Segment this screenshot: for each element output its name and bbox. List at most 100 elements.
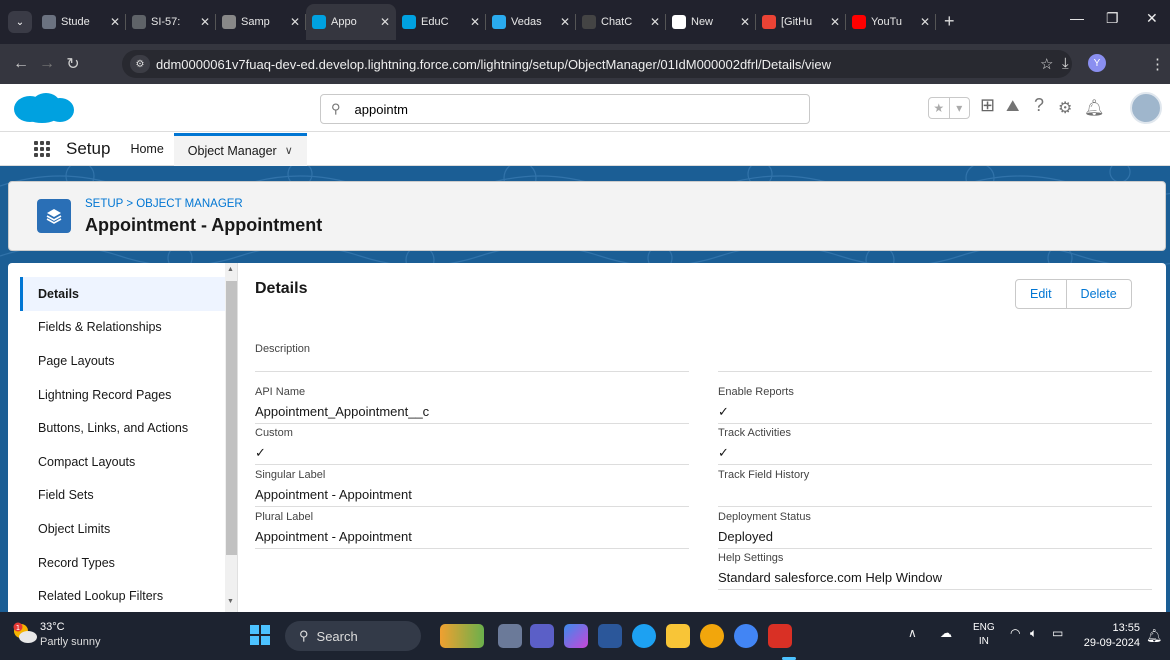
user-avatar[interactable] (1130, 92, 1162, 124)
minimize-icon[interactable]: — (1070, 10, 1084, 26)
app-launcher-icon[interactable] (34, 141, 50, 157)
global-actions-plus-icon[interactable]: ⊞ (980, 95, 995, 116)
acrobat-icon[interactable] (768, 624, 792, 648)
browser-tab-label: Stude (61, 16, 90, 28)
scroll-down-arrow-icon[interactable]: ▼ (227, 598, 234, 605)
sidebar-item[interactable]: Details (20, 277, 236, 311)
store-icon[interactable] (598, 624, 622, 648)
teams-icon[interactable] (530, 624, 554, 648)
field-label: Singular Label (255, 469, 326, 481)
weather-sun-cloud-icon[interactable]: 1 (12, 622, 37, 644)
profile-avatar[interactable]: Y (1088, 54, 1106, 72)
close-tab-icon[interactable]: ✕ (830, 15, 840, 29)
close-tab-icon[interactable]: ✕ (290, 15, 300, 29)
browser-tab[interactable]: YouTu ✕ (846, 4, 936, 40)
sidebar-item[interactable]: Field Sets (20, 479, 236, 513)
browser-tab[interactable]: Appo ✕ (306, 4, 396, 40)
detail-field: Plural Label Appointment - Appointment (255, 509, 689, 549)
detail-field: Singular Label Appointment - Appointment (255, 467, 689, 507)
browser-tab[interactable]: Stude ✕ (36, 4, 126, 40)
github-icon (672, 15, 686, 29)
trailhead-icon[interactable]: ⛰ (1006, 98, 1019, 116)
back-arrow-icon[interactable]: ← (8, 55, 34, 73)
close-tab-icon[interactable]: ✕ (200, 15, 210, 29)
sidebar-item[interactable]: Object Limits (20, 512, 236, 546)
edit-button[interactable]: Edit (1016, 280, 1066, 308)
battery-icon[interactable]: ▭ (1052, 626, 1063, 640)
bookmark-star-icon[interactable]: ☆ (1040, 55, 1053, 73)
nav-tab-object-manager[interactable]: Object Manager ∨ (173, 132, 307, 166)
taskbar-search[interactable]: ⚲ Search (285, 621, 421, 651)
close-window-icon[interactable]: ✕ (1146, 10, 1158, 27)
close-tab-icon[interactable]: ✕ (920, 15, 930, 29)
forward-arrow-icon[interactable]: → (34, 55, 60, 73)
chrome-profile-icon[interactable] (734, 624, 758, 648)
volume-icon[interactable]: 🔈︎ (1030, 626, 1037, 641)
delete-button[interactable]: Delete (1065, 280, 1131, 308)
browser-menu-icon[interactable]: ⋮ (1150, 55, 1165, 73)
copilot-icon[interactable] (564, 624, 588, 648)
favorite-star-icon[interactable]: ★ (929, 98, 949, 118)
edge-icon[interactable] (632, 624, 656, 648)
reload-icon[interactable]: ↻ (60, 54, 86, 74)
close-tab-icon[interactable]: ✕ (470, 15, 480, 29)
sidebar-item[interactable]: Related Lookup Filters (20, 579, 236, 612)
taskbar-search-label: Search (316, 628, 358, 644)
language-indicator[interactable]: ENG IN (973, 621, 995, 649)
browser-tab-label: [GitHu (781, 16, 813, 28)
browser-tab[interactable]: [GitHu ✕ (756, 4, 846, 40)
download-icon[interactable]: ⤓ (1062, 55, 1069, 72)
salesforce-logo-icon[interactable] (10, 92, 76, 127)
field-value: Appointment_Appointment__c (255, 404, 430, 419)
sidebar-item[interactable]: Page Layouts (20, 344, 236, 378)
close-tab-icon[interactable]: ✕ (110, 15, 120, 29)
tab-search-chevron-icon[interactable]: ⌄ (8, 11, 32, 33)
browser-tab[interactable]: SI-57: ✕ (126, 4, 216, 40)
sidebar-item[interactable]: Record Types (20, 546, 236, 580)
wifi-icon[interactable]: ◠ (1010, 626, 1020, 640)
field-description: Description (255, 331, 689, 372)
browser-tab[interactable]: EduC ✕ (396, 4, 486, 40)
copilot-widget-icon[interactable] (440, 624, 484, 648)
field-label: API Name (255, 386, 306, 398)
global-search-input[interactable] (354, 101, 755, 117)
onedrive-cloud-icon[interactable]: ☁ (940, 626, 952, 640)
global-search[interactable]: ⚲ (320, 94, 810, 124)
sidebar-scroll-thumb[interactable] (226, 281, 237, 555)
file-explorer-icon[interactable] (666, 624, 690, 648)
favorites-list-chevron-icon[interactable]: ▾ (948, 98, 970, 118)
scroll-up-arrow-icon[interactable]: ▲ (227, 266, 234, 273)
chevron-down-icon[interactable]: ∨ (285, 144, 293, 157)
browser-tab[interactable]: ChatC ✕ (576, 4, 666, 40)
object-page-header: SETUP > OBJECT MANAGER Appointment - App… (8, 181, 1166, 251)
close-tab-icon[interactable]: ✕ (560, 15, 570, 29)
sidebar-item[interactable]: Compact Layouts (20, 445, 236, 479)
breadcrumb[interactable]: SETUP > OBJECT MANAGER (85, 198, 243, 210)
task-view-icon[interactable] (498, 624, 522, 648)
site-settings-icon[interactable]: ⚙ (130, 55, 150, 73)
sidebar-item[interactable]: Lightning Record Pages (20, 378, 236, 412)
system-clock[interactable]: 13:55 29-09-2024 (1080, 621, 1140, 651)
address-bar[interactable]: ⚙ ddm0000061v7fuaq-dev-ed.develop.lightn… (122, 50, 1072, 78)
help-question-icon[interactable]: ? (1034, 95, 1044, 116)
nav-tab-home[interactable]: Home (130, 133, 163, 166)
favorites-group: ★ ▾ (928, 97, 970, 119)
new-tab-plus-icon[interactable]: + (944, 11, 955, 32)
setup-gear-icon[interactable]: ⚙ (1058, 98, 1072, 118)
tray-chevron-up-icon[interactable]: ∧ (908, 626, 917, 640)
close-tab-icon[interactable]: ✕ (380, 15, 390, 29)
browser-tab-label: ChatC (601, 16, 633, 28)
chrome-icon[interactable] (700, 624, 724, 648)
notifications-bell-icon[interactable]: 🔔︎ (1084, 98, 1104, 118)
sidebar-item[interactable]: Buttons, Links, and Actions (20, 411, 236, 445)
windows-start-icon[interactable] (250, 625, 270, 645)
restore-icon[interactable]: ❐ (1106, 10, 1119, 27)
sidebar-item[interactable]: Fields & Relationships (20, 311, 236, 345)
browser-tab[interactable]: Vedas ✕ (486, 4, 576, 40)
notification-bell-icon[interactable]: 🔔︎ (1146, 628, 1163, 644)
field-label: Enable Reports (718, 386, 794, 398)
close-tab-icon[interactable]: ✕ (740, 15, 750, 29)
close-tab-icon[interactable]: ✕ (650, 15, 660, 29)
browser-tab[interactable]: New ✕ (666, 4, 756, 40)
browser-tab[interactable]: Samp ✕ (216, 4, 306, 40)
